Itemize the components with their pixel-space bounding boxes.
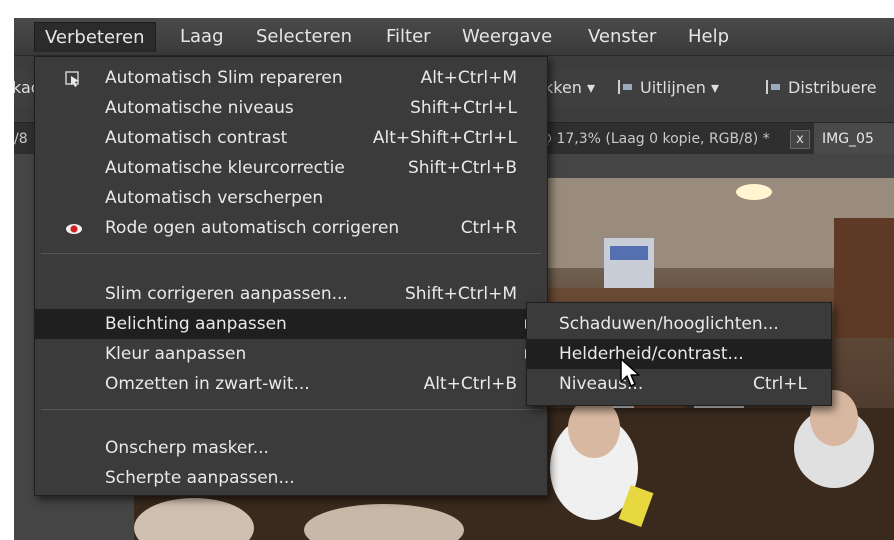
mouse-cursor-icon (620, 358, 640, 387)
distribute-dropdown[interactable]: Distribuere (766, 78, 877, 97)
menu-help[interactable]: Help (678, 22, 739, 52)
menu-item-auto-smart-fix[interactable]: Automatisch Slim repareren Alt+Ctrl+M (35, 63, 547, 93)
menu-weergave[interactable]: Weergave (452, 22, 562, 52)
menu-item-label: Kleur aanpassen (105, 344, 247, 364)
menu-item-label: Automatisch verscherpen (105, 188, 324, 208)
align-icon (618, 80, 634, 94)
submenu-item-shadows-highlights[interactable]: Schaduwen/hooglichten... (527, 309, 831, 339)
menu-filter[interactable]: Filter (376, 22, 441, 52)
submenu-item-label: Helderheid/contrast... (559, 344, 744, 364)
menu-item-adjust-smart-fix[interactable]: Slim corrigeren aanpassen... Shift+Ctrl+… (35, 279, 547, 309)
distribute-icon (766, 80, 782, 94)
editor-window: Verbeteren Laag Selecteren Filter Weerga… (14, 18, 894, 540)
menu-item-label: Automatisch contrast (105, 128, 288, 148)
menu-item-convert-black-white[interactable]: Omzetten in zwart-wit... Alt+Ctrl+B (35, 369, 547, 399)
menu-item-label: Rode ogen automatisch corrigeren (105, 218, 400, 238)
menu-item-auto-red-eye[interactable]: Rode ogen automatisch corrigeren Ctrl+R (35, 213, 547, 243)
menu-item-label: Belichting aanpassen (105, 314, 287, 334)
menu-item-shortcut: Alt+Shift+Ctrl+L (372, 128, 517, 148)
red-eye-icon (66, 224, 82, 234)
lighting-submenu: Schaduwen/hooglichten... Helderheid/cont… (526, 302, 832, 406)
menu-item-shortcut: Alt+Ctrl+M (420, 68, 517, 88)
menu-item-shortcut: Ctrl+R (460, 218, 517, 238)
submenu-item-brightness-contrast[interactable]: Helderheid/contrast... (527, 339, 831, 369)
menu-item-unsharp-mask[interactable]: Onscherp masker... (35, 433, 547, 463)
align-label: Uitlijnen ▾ (640, 78, 720, 97)
tab-fragment-left[interactable]: /8 (14, 123, 28, 155)
tab-current-doc[interactable]: @ 17,3% (Laag 0 kopie, RGB/8) * (538, 123, 770, 155)
menu-venster[interactable]: Venster (578, 22, 666, 52)
verbeteren-menu: Automatisch Slim repareren Alt+Ctrl+M Au… (34, 56, 548, 496)
align-dropdown[interactable]: Uitlijnen ▾ (618, 78, 719, 97)
menu-laag[interactable]: Laag (170, 22, 234, 52)
menu-item-auto-contrast[interactable]: Automatisch contrast Alt+Shift+Ctrl+L (35, 123, 547, 153)
menu-bar: Verbeteren Laag Selecteren Filter Weerga… (14, 18, 894, 56)
menu-item-auto-color-correction[interactable]: Automatische kleurcorrectie Shift+Ctrl+B (35, 153, 547, 183)
submenu-item-levels[interactable]: Niveaus... Ctrl+L (527, 369, 831, 399)
menu-item-shortcut: Shift+Ctrl+M (404, 284, 517, 304)
submenu-item-label: Schaduwen/hooglichten... (559, 314, 779, 334)
arrange-dropdown[interactable]: kken ▾ (544, 78, 595, 97)
menu-item-label: Automatisch Slim repareren (105, 68, 343, 88)
menu-item-adjust-color[interactable]: Kleur aanpassen (35, 339, 547, 369)
menu-item-label: Omzetten in zwart-wit... (105, 374, 310, 394)
menu-item-shortcut: Shift+Ctrl+L (410, 98, 517, 118)
tab-close-button[interactable]: x (790, 130, 810, 149)
menu-separator (41, 409, 541, 410)
submenu-item-shortcut: Ctrl+L (753, 374, 807, 394)
tab-next-doc[interactable]: IMG_05 (822, 123, 874, 155)
menu-item-label: Slim corrigeren aanpassen... (105, 284, 348, 304)
smart-fix-icon (65, 71, 79, 87)
menu-item-label: Onscherp masker... (105, 438, 269, 458)
menu-selecteren[interactable]: Selecteren (246, 22, 362, 52)
distribute-label: Distribuere (788, 78, 877, 97)
menu-item-label: Automatische niveaus (105, 98, 294, 118)
menu-item-shortcut: Alt+Ctrl+B (423, 374, 517, 394)
menu-item-label: Automatische kleurcorrectie (105, 158, 345, 178)
menu-item-label: Scherpte aanpassen... (105, 468, 295, 488)
menu-item-shortcut: Shift+Ctrl+B (407, 158, 517, 178)
menu-item-auto-levels[interactable]: Automatische niveaus Shift+Ctrl+L (35, 93, 547, 123)
menu-separator (41, 253, 541, 254)
menu-item-auto-sharpen[interactable]: Automatisch verscherpen (35, 183, 547, 213)
menu-item-adjust-lighting[interactable]: Belichting aanpassen (35, 309, 547, 339)
menu-item-adjust-sharpness[interactable]: Scherpte aanpassen... (35, 463, 547, 493)
menu-verbeteren[interactable]: Verbeteren (34, 22, 156, 52)
